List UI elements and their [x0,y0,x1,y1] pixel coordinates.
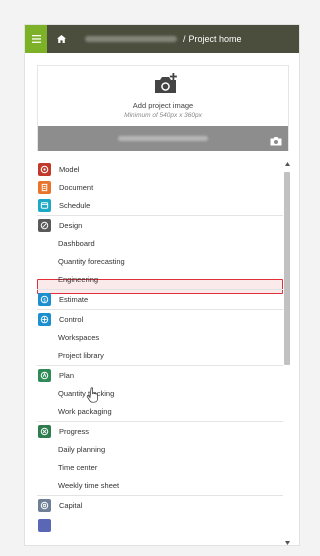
navigation-list: Model Document Schedule Design Dashboard [37,160,283,545]
nav-item-label: Engineering [58,274,99,284]
add-project-image-label: Add project image [132,101,194,110]
project-image-card: Add project image Minimum of 540px x 360… [37,65,289,151]
breadcrumb-current: Project home [188,34,242,44]
nav-item-model[interactable]: Model [37,160,283,178]
capital-icon [38,498,51,512]
breadcrumb-project-name-redacted[interactable] [85,36,177,42]
nav-item-label: Quantity forecasting [58,256,125,266]
minimum-size-hint: Minimum of 540px x 360px [124,112,202,119]
change-image-button[interactable] [270,133,282,146]
scrollbar-thumb[interactable] [284,172,290,365]
nav-item-label: Document [59,182,94,192]
caret-down-icon [284,541,290,545]
design-icon [38,218,51,232]
nav-item-label: Time center [58,462,98,472]
nav-item-time-center[interactable]: Time center [37,458,283,476]
document-icon [38,180,51,194]
nav-item-estimate[interactable]: $ Estimate [37,290,283,308]
nav-item-quantity-forecasting[interactable]: Quantity forecasting [37,252,283,270]
nav-item-label: Design [59,220,83,230]
nav-item-project-library[interactable]: Project library [37,346,283,364]
nav-item-label: Schedule [59,200,91,210]
nav-item-workspaces[interactable]: Workspaces [37,328,283,346]
camera-icon [270,137,282,146]
home-button[interactable] [51,25,71,53]
partial-item-icon [38,518,51,532]
scroll-up-button[interactable] [283,160,291,168]
schedule-icon [38,198,51,212]
nav-item-capital[interactable]: Capital [37,496,283,514]
hamburger-icon [31,35,41,43]
nav-item-control[interactable]: Control [37,310,283,328]
nav-item-design[interactable]: Design [37,216,283,234]
svg-text:$: $ [43,297,46,302]
plan-icon [38,368,51,382]
nav-item-label: Dashboard [58,238,95,248]
nav-item-engineering[interactable]: Engineering [37,270,283,288]
nav-item-label: Work packaging [58,406,112,416]
nav-item-partial[interactable] [37,516,283,534]
nav-item-progress[interactable]: Progress [37,422,283,440]
estimate-icon: $ [38,292,51,306]
hand-cursor-icon [86,387,98,403]
nav-item-label: Model [59,164,80,174]
control-icon [38,312,51,326]
nav-item-plan[interactable]: Plan [37,366,283,384]
nav-item-label: Weekly time sheet [58,480,120,490]
project-home-panel: / Project home Add project image Minimum… [24,24,300,546]
breadcrumb-separator: / [183,34,186,44]
nav-item-dashboard[interactable]: Dashboard [37,234,283,252]
nav-item-label: Estimate [59,294,89,304]
nav-item-schedule[interactable]: Schedule [37,196,283,214]
progress-icon [38,424,51,438]
model-icon [38,162,51,176]
project-image-bar [38,126,288,151]
top-bar: / Project home [25,25,299,53]
nav-item-label: Project library [58,350,104,360]
project-name-redacted [118,136,208,141]
nav-item-weekly-time-sheet[interactable]: Weekly time sheet [37,476,283,494]
camera-plus-icon [155,73,177,93]
nav-scrollbar[interactable] [283,160,291,545]
nav-item-daily-planning[interactable]: Daily planning [37,440,283,458]
nav-item-label: Plan [59,370,75,380]
nav-item-label: Capital [59,500,83,510]
nav-item-label: Progress [59,426,90,436]
nav-item-label: Workspaces [58,332,100,342]
hamburger-menu-button[interactable] [25,25,47,53]
nav-item-label: Daily planning [58,444,106,454]
nav-item-label: Control [59,314,84,324]
nav-item-quantity-tracking[interactable]: Quantity tracking [37,384,283,402]
nav-item-document[interactable]: Document [37,178,283,196]
home-icon [56,35,66,43]
scroll-down-button[interactable] [283,539,291,545]
caret-up-icon [284,162,290,166]
nav-item-work-packaging[interactable]: Work packaging [37,402,283,420]
add-image-button[interactable] [152,72,180,96]
